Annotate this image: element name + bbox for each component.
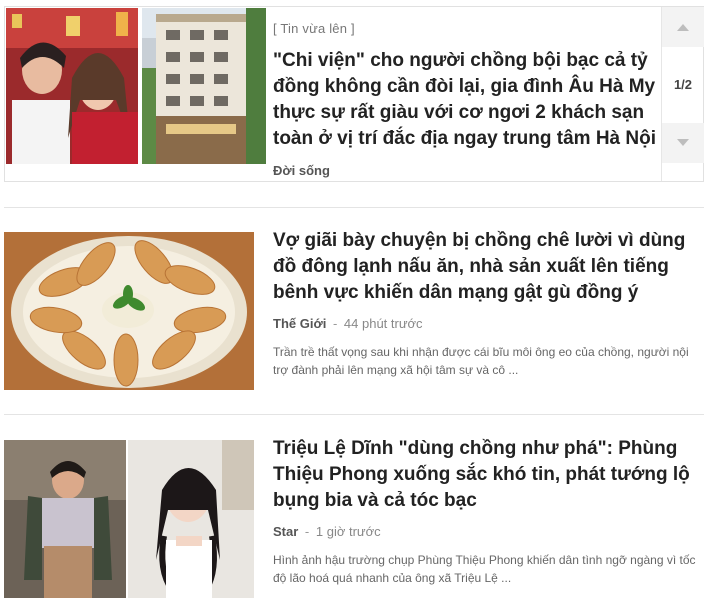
article-time: 1 giờ trước bbox=[315, 524, 381, 539]
featured-tag: [ Tin vừa lên ] bbox=[273, 21, 355, 36]
featured-article[interactable]: [ Tin vừa lên ] "Chi viện" cho người chồ… bbox=[4, 6, 704, 182]
article-item[interactable]: Vợ giãi bày chuyện bị chồng chê lười vì … bbox=[4, 230, 704, 390]
featured-pager: 1/2 bbox=[661, 7, 704, 181]
featured-text: [ Tin vừa lên ] "Chi viện" cho người chồ… bbox=[273, 21, 659, 152]
pager-count: 1/2 bbox=[673, 77, 693, 92]
featured-title[interactable]: "Chi viện" cho người chồng bội bạc cả tỷ… bbox=[273, 48, 659, 152]
article-category[interactable]: Thế Giới bbox=[273, 316, 326, 331]
article-description: Hình ảnh hậu trường chụp Phùng Thiệu Pho… bbox=[273, 553, 696, 585]
chevron-up-icon bbox=[677, 24, 689, 31]
article-meta: Thế Giới - 44 phút trước bbox=[273, 316, 705, 331]
article-meta: Star - 1 giờ trước bbox=[273, 524, 705, 539]
article-time: 44 phút trước bbox=[343, 316, 423, 331]
featured-image[interactable] bbox=[6, 8, 266, 164]
meta-separator: - bbox=[332, 316, 338, 331]
pager-down-button[interactable] bbox=[662, 123, 704, 163]
article-title[interactable]: Vợ giãi bày chuyện bị chồng chê lười vì … bbox=[273, 228, 705, 306]
couple-and-hotel-photo-icon bbox=[6, 8, 266, 164]
chevron-down-icon bbox=[677, 139, 689, 146]
pager-up-button[interactable] bbox=[662, 7, 704, 47]
article-image[interactable] bbox=[4, 232, 254, 390]
article-category[interactable]: Star bbox=[273, 524, 298, 539]
divider bbox=[4, 414, 704, 415]
article-body: Vợ giãi bày chuyện bị chồng chê lười vì … bbox=[273, 228, 705, 379]
article-item[interactable]: Triệu Lệ Dĩnh "dùng chồng như phá": Phùn… bbox=[4, 438, 704, 598]
dumplings-photo-icon bbox=[4, 232, 254, 390]
celebrity-photo-icon bbox=[4, 440, 254, 598]
article-description: Trần trề thất vọng sau khi nhận được cái… bbox=[273, 345, 689, 377]
featured-category[interactable]: Đời sống bbox=[273, 163, 330, 178]
article-body: Triệu Lệ Dĩnh "dùng chồng như phá": Phùn… bbox=[273, 436, 705, 587]
meta-separator: - bbox=[304, 524, 310, 539]
article-image[interactable] bbox=[4, 440, 254, 598]
article-title[interactable]: Triệu Lệ Dĩnh "dùng chồng như phá": Phùn… bbox=[273, 436, 705, 514]
divider bbox=[4, 207, 704, 208]
